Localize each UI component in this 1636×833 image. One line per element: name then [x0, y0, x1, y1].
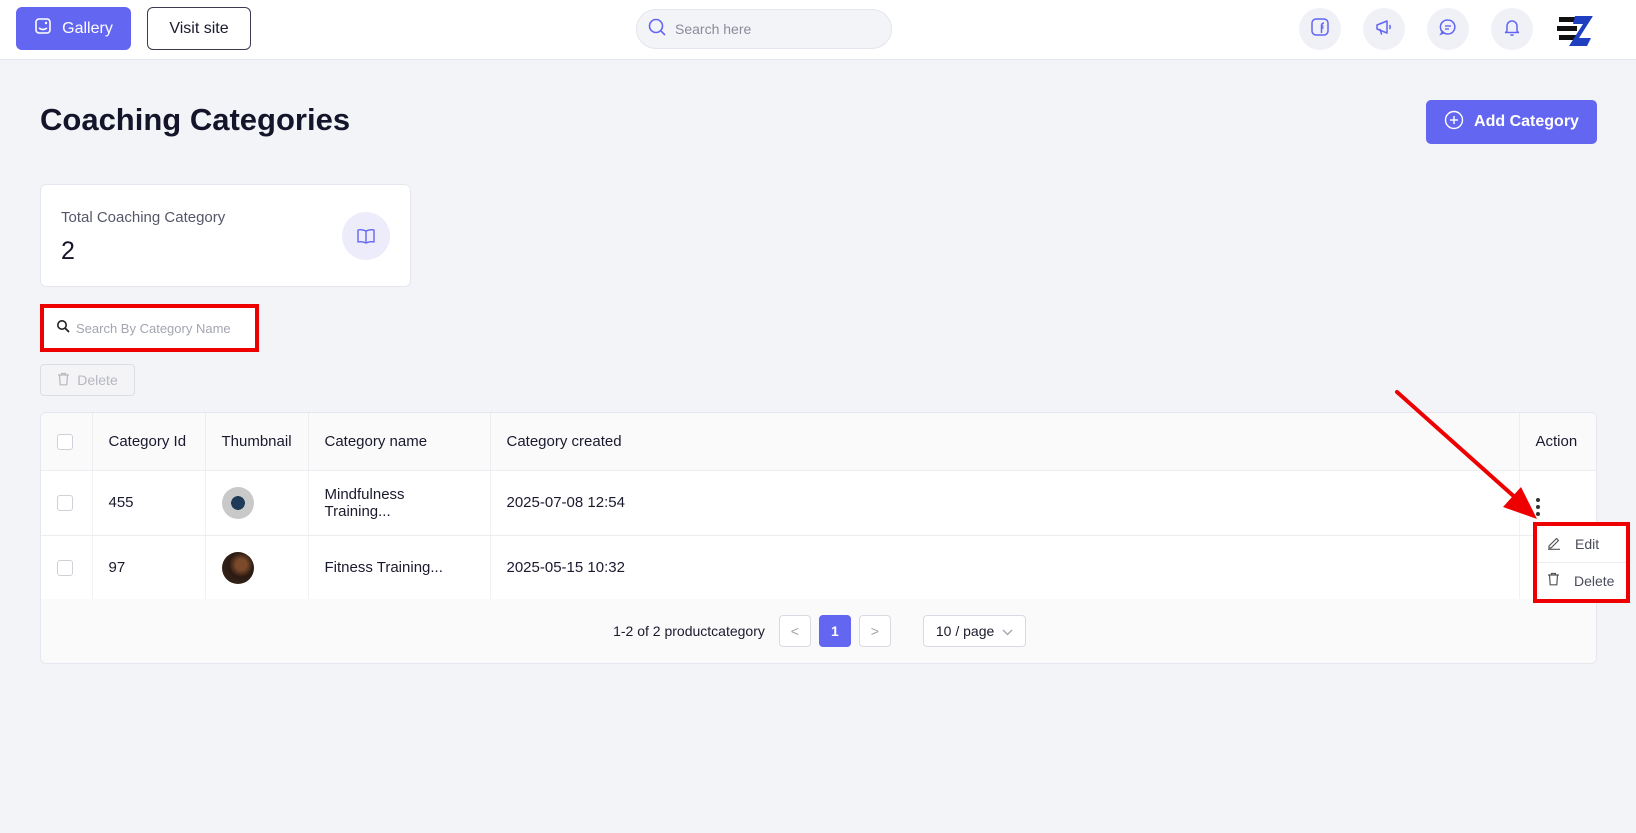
bell-icon — [1502, 17, 1522, 42]
row-checkbox[interactable] — [57, 560, 73, 577]
select-all-checkbox[interactable] — [57, 433, 73, 450]
search-icon — [647, 17, 667, 42]
chevron-left-icon: < — [790, 623, 799, 639]
gallery-icon — [34, 17, 52, 40]
chevron-down-icon — [1002, 623, 1013, 639]
table-header-row: Category Id Thumbnail Category name Cate… — [41, 413, 1596, 471]
category-created: 2025-07-08 12:54 — [490, 470, 1520, 536]
stat-label: Total Coaching Category — [61, 209, 226, 226]
user-avatar[interactable] — [1555, 8, 1597, 50]
action-dropdown: Edit Delete — [1533, 522, 1630, 603]
megaphone-icon — [1374, 17, 1394, 42]
add-category-button[interactable]: Add Category — [1426, 100, 1597, 144]
gallery-label: Gallery — [62, 19, 113, 37]
category-name: Mindfulness Training... — [308, 470, 491, 536]
visit-site-button[interactable]: Visit site — [147, 7, 251, 50]
more-vertical-icon[interactable] — [1535, 498, 1540, 516]
category-table: Category Id Thumbnail Category name Cate… — [40, 412, 1597, 664]
category-thumbnail — [221, 551, 254, 584]
page-size-value: 10 / page — [935, 623, 995, 639]
messages-button[interactable] — [1427, 8, 1469, 50]
brand-logo-icon — [1556, 9, 1596, 49]
notifications-button[interactable] — [1491, 8, 1533, 50]
category-search — [40, 304, 259, 352]
facebook-button[interactable] — [1299, 8, 1341, 50]
gallery-button[interactable]: Gallery — [16, 7, 131, 50]
edit-label: Edit — [1575, 536, 1600, 552]
next-page-button[interactable]: > — [858, 615, 891, 647]
category-id: 97 — [92, 535, 206, 601]
category-created: 2025-05-15 10:32 — [490, 535, 1520, 601]
page-1-button[interactable]: 1 — [818, 615, 851, 647]
plus-circle-icon — [1444, 110, 1464, 135]
bulk-delete-button[interactable]: Delete — [40, 364, 135, 396]
col-category-name[interactable]: Category name — [308, 413, 491, 471]
category-name: Fitness Training... — [308, 535, 491, 601]
pencil-icon — [1547, 536, 1561, 553]
pagination: 1-2 of 2 productcategory < 1 > 10 / page — [41, 599, 1596, 663]
top-search — [636, 9, 892, 49]
announcement-button[interactable] — [1363, 8, 1405, 50]
category-thumbnail — [221, 486, 254, 519]
table-row: 97 Fitness Training... 2025-05-15 10:32 — [41, 535, 1596, 601]
trash-icon — [57, 372, 70, 389]
delete-label: Delete — [1574, 572, 1615, 589]
chat-icon — [1438, 17, 1458, 42]
search-icon — [56, 319, 70, 338]
table-row: 455 Mindfulness Training... 2025-07-08 1… — [41, 470, 1596, 536]
chevron-right-icon: > — [870, 623, 879, 639]
top-search-input[interactable] — [675, 21, 875, 37]
pagination-summary: 1-2 of 2 productcategory — [613, 623, 765, 639]
page-title: Coaching Categories — [40, 102, 351, 137]
page-size-select[interactable]: 10 / page — [922, 615, 1026, 647]
facebook-icon — [1310, 17, 1330, 42]
category-search-input[interactable] — [76, 320, 251, 336]
col-action: Action — [1519, 413, 1596, 471]
col-category-created[interactable]: Category created — [490, 413, 1520, 471]
top-bar: Gallery Visit site — [0, 0, 1636, 60]
col-category-id[interactable]: Category Id — [92, 413, 206, 471]
delete-menu-item[interactable]: Delete — [1537, 562, 1626, 598]
add-category-label: Add Category — [1474, 113, 1579, 130]
book-icon — [342, 212, 390, 260]
trash-icon — [1547, 572, 1560, 589]
visit-site-label: Visit site — [169, 19, 229, 37]
prev-page-button[interactable]: < — [778, 615, 811, 647]
row-checkbox[interactable] — [57, 495, 73, 512]
stat-value: 2 — [61, 237, 75, 265]
total-category-card: Total Coaching Category 2 — [40, 184, 411, 287]
category-id: 455 — [92, 470, 206, 536]
edit-menu-item[interactable]: Edit — [1537, 526, 1626, 562]
select-all-cell — [41, 413, 93, 471]
bulk-delete-label: Delete — [77, 372, 118, 388]
col-thumbnail: Thumbnail — [205, 413, 309, 471]
